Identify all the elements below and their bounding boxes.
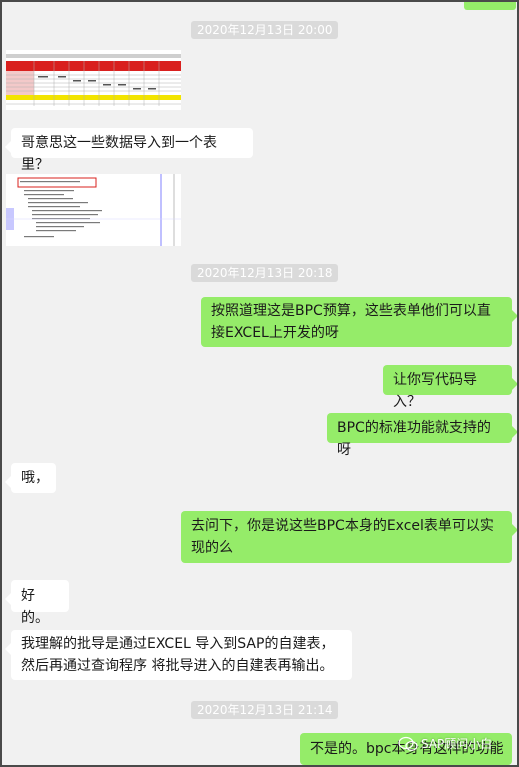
message-bubble: 哥意思这一些数据导入到一个表里？ (5, 128, 253, 173)
message-bubble: 去问下，你是说这些BPC本身的Excel表单可以实现的么 (181, 511, 517, 563)
wechat-icon (398, 736, 418, 751)
document-image-message[interactable] (6, 174, 181, 246)
spreadsheet-image-message[interactable] (6, 50, 181, 110)
spreadsheet-thumbnail (6, 50, 181, 110)
message-bubble: 哦， (5, 463, 56, 493)
document-thumbnail (6, 174, 181, 246)
timestamp: 2020年12月13日 21:14 (191, 701, 339, 719)
chat-window: 2020年12月13日 20:00 哥意思这一些数据导入到一个表里？ 2020年… (0, 0, 519, 767)
message-bubble: 好的。 (5, 580, 69, 626)
message-bubble: 让你写代码导入？ (383, 365, 517, 410)
message-bubble: BPC的标准功能就支持的呀 (327, 413, 517, 458)
previous-message-bubble (464, 2, 516, 10)
message-bubble: 按照道理这是BPC预算，这些表单他们可以直接EXCEL上开发的呀 (201, 297, 517, 347)
watermark-text: SAP顾问小白 (421, 737, 493, 751)
timestamp: 2020年12月13日 20:00 (191, 21, 339, 39)
watermark: SAP顾问小白 (398, 735, 492, 753)
timestamp: 2020年12月13日 20:18 (191, 264, 339, 282)
message-bubble: 我理解的批导是通过EXCEL 导入到SAP的自建表，然后再通过查询程序 将批导进… (5, 630, 352, 680)
